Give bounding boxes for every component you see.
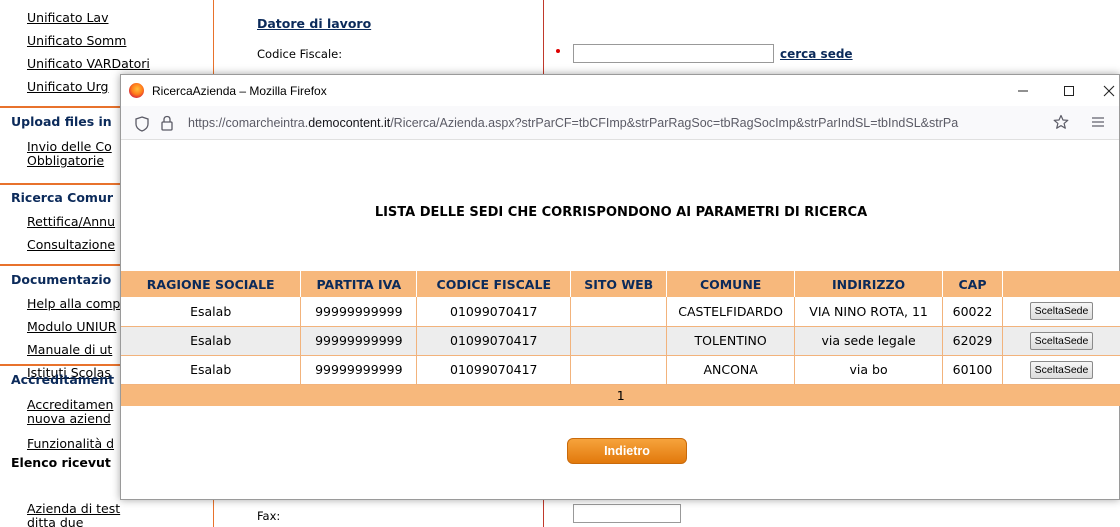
scelta-sede-button[interactable]: SceltaSede [1029, 302, 1094, 321]
cell-partita-iva: 99999999999 [300, 355, 418, 385]
close-icon [1103, 85, 1115, 96]
sidebar-link-unificato-lav[interactable]: Unificato Lav [27, 10, 109, 25]
table-header-row: RAGIONE SOCIALE PARTITA IVA CODICE FISCA… [121, 271, 1120, 297]
sidebar-link-accreditamento[interactable]: Accreditamen [27, 397, 113, 412]
column-header [1002, 271, 1120, 297]
cell-action: SceltaSede [1002, 355, 1120, 385]
results-heading: LISTA DELLE SEDI CHE CORRISPONDONO AI PA… [374, 205, 868, 220]
indietro-button[interactable]: Indietro [567, 438, 687, 464]
sidebar-heading-upload: Upload files in [11, 114, 112, 129]
table-row: Esalab 99999999999 01099070417 TOLENTINO… [121, 326, 1120, 356]
sidebar-heading-ricerca: Ricerca Comur [11, 190, 114, 205]
cell-indirizzo: via bo [794, 355, 944, 385]
cell-action: SceltaSede [1002, 326, 1120, 356]
sidebar-link-ditta-due[interactable]: ditta due [27, 515, 83, 527]
sidebar-link-unificato-urg[interactable]: Unificato Urg [27, 79, 108, 94]
maximize-icon [1064, 85, 1074, 96]
cell-codice-fiscale: 01099070417 [416, 326, 572, 356]
cell-ragione-sociale: Esalab [121, 355, 302, 385]
pager-row: 1 [121, 384, 1120, 406]
cell-cap: 60100 [942, 355, 1003, 385]
codice-fiscale-label: Codice Fiscale: [257, 47, 343, 61]
column-header: INDIRIZZO [794, 271, 944, 297]
address-bar[interactable]: https://comarcheintra.democontent.it/Ric… [121, 106, 1119, 140]
cerca-sede-link[interactable]: cerca sede [780, 47, 853, 61]
results-table: RAGIONE SOCIALE PARTITA IVA CODICE FISCA… [121, 271, 1120, 406]
column-header: CAP [942, 271, 1003, 297]
table-row: Esalab 99999999999 01099070417 CASTELFID… [121, 297, 1120, 327]
table-row: Esalab 99999999999 01099070417 ANCONA vi… [121, 355, 1120, 385]
cell-sito-web [570, 355, 668, 385]
popup-window: RicercaAzienda – Mozilla Firefox https:/… [120, 74, 1120, 500]
cell-sito-web [570, 326, 668, 356]
lock-icon[interactable] [160, 115, 174, 131]
sidebar-link-invio[interactable]: Invio delle Co [27, 139, 112, 154]
cell-ragione-sociale: Esalab [121, 326, 302, 356]
cell-comune: TOLENTINO [666, 326, 796, 356]
sidebar-link-funzionalita[interactable]: Funzionalità d [27, 436, 114, 451]
sidebar-link-unificato-somm[interactable]: Unificato Somm [27, 33, 126, 48]
cell-comune: ANCONA [666, 355, 796, 385]
sidebar-link-unificato-vardatori[interactable]: Unificato VARDatori [27, 56, 150, 71]
codice-fiscale-input[interactable] [573, 44, 774, 63]
minimize-button[interactable] [1000, 75, 1046, 106]
sidebar-link-nuova-azienda[interactable]: nuova aziend [27, 411, 111, 426]
sidebar-link-consultazione[interactable]: Consultazione [27, 237, 115, 252]
column-header: RAGIONE SOCIALE [121, 271, 302, 297]
cell-cap: 62029 [942, 326, 1003, 356]
cell-sito-web [570, 297, 668, 327]
column-header: SITO WEB [570, 271, 668, 297]
sidebar-heading-accreditamento: Accreditament [11, 372, 115, 387]
sidebar-link-rettifica[interactable]: Rettifica/Annu [27, 214, 115, 229]
sidebar-link-azienda-test[interactable]: Azienda di test [27, 501, 120, 516]
cell-partita-iva: 99999999999 [300, 326, 418, 356]
cell-ragione-sociale: Esalab [121, 297, 302, 327]
sidebar-link-modulo[interactable]: Modulo UNIUR [27, 319, 116, 334]
cell-cap: 60022 [942, 297, 1003, 327]
sidebar-link-obbligatorie[interactable]: Obbligatorie [27, 153, 104, 168]
sidebar-heading-elenco: Elenco ricevut [11, 455, 111, 470]
cell-partita-iva: 99999999999 [300, 297, 418, 327]
scelta-sede-button[interactable]: SceltaSede [1029, 331, 1094, 350]
column-header: PARTITA IVA [300, 271, 418, 297]
column-header: CODICE FISCALE [416, 271, 572, 297]
required-indicator [556, 49, 560, 53]
shield-icon[interactable] [135, 116, 149, 132]
fax-input[interactable] [573, 504, 681, 523]
minimize-icon [1018, 90, 1028, 91]
menu-icon[interactable] [1091, 115, 1105, 129]
window-title: RicercaAzienda – Mozilla Firefox [152, 84, 327, 98]
sidebar-link-manuale[interactable]: Manuale di ut [27, 342, 112, 357]
cell-indirizzo: VIA NINO ROTA, 11 [794, 297, 944, 327]
cell-action: SceltaSede [1002, 297, 1120, 327]
fax-label: Fax: [257, 509, 281, 523]
bookmark-star-icon[interactable] [1053, 114, 1069, 130]
column-header: COMUNE [666, 271, 796, 297]
sidebar-link-help[interactable]: Help alla comp [27, 296, 120, 311]
cell-indirizzo: via sede legale [794, 326, 944, 356]
scelta-sede-button[interactable]: SceltaSede [1029, 360, 1094, 379]
page-number[interactable]: 1 [121, 384, 1120, 406]
close-button[interactable] [1086, 75, 1120, 106]
firefox-logo-icon [129, 83, 144, 98]
window-titlebar[interactable]: RicercaAzienda – Mozilla Firefox [121, 75, 1119, 106]
section-title-datore[interactable]: Datore di lavoro [257, 16, 371, 31]
cell-codice-fiscale: 01099070417 [416, 297, 572, 327]
sidebar-heading-documentazione: Documentazio [11, 272, 112, 287]
cell-codice-fiscale: 01099070417 [416, 355, 572, 385]
url-text[interactable]: https://comarcheintra.democontent.it/Ric… [188, 116, 1058, 130]
cell-comune: CASTELFIDARDO [666, 297, 796, 327]
